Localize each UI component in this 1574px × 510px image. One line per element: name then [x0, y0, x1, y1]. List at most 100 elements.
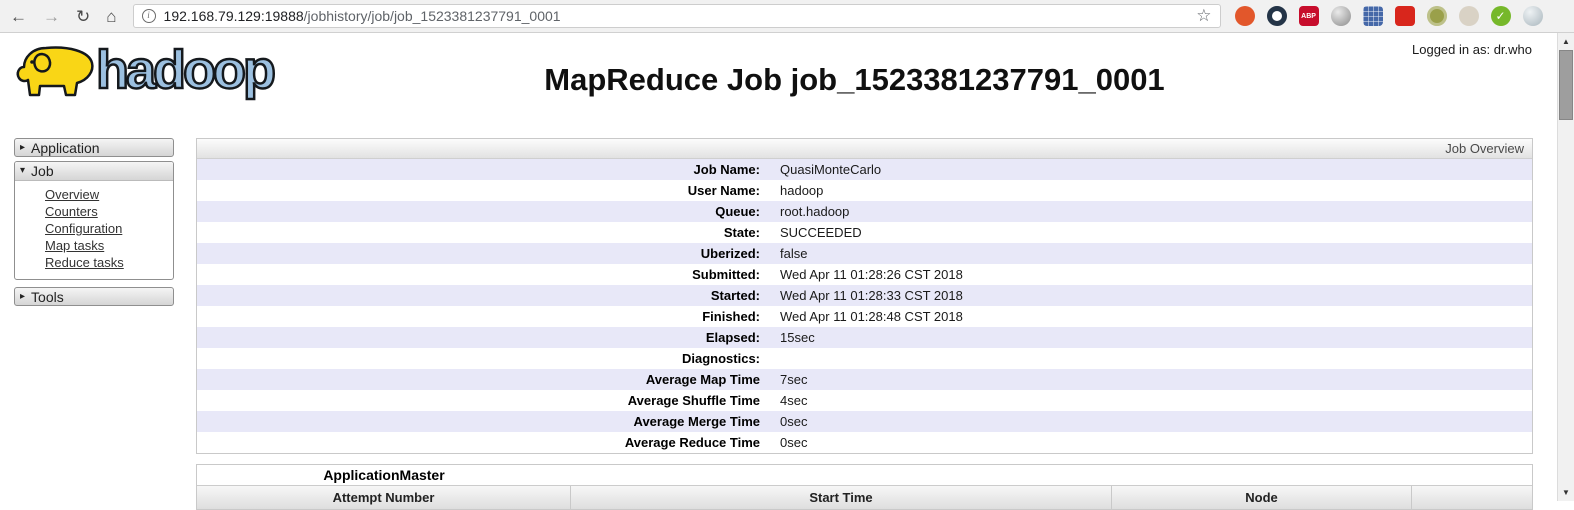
- sidebar-nav: ▸ Application ▾ Job Overview Counters Co…: [14, 138, 174, 310]
- row-value: 4sec: [772, 390, 807, 411]
- job-overview-rows: Job Name:QuasiMonteCarlo User Name:hadoo…: [197, 159, 1532, 453]
- table-row: Average Reduce Time0sec: [197, 432, 1532, 453]
- expanded-arrow-icon: ▾: [20, 166, 25, 176]
- olive-extension-icon[interactable]: [1427, 6, 1447, 26]
- row-value: Wed Apr 11 01:28:33 CST 2018: [772, 285, 963, 306]
- application-master-title-row: ApplicationMaster: [197, 465, 1532, 485]
- row-label: Elapsed:: [197, 327, 772, 348]
- table-row: Job Name:QuasiMonteCarlo: [197, 159, 1532, 180]
- row-label: User Name:: [197, 180, 772, 201]
- table-row: Elapsed:15sec: [197, 327, 1532, 348]
- row-label: State:: [197, 222, 772, 243]
- row-label: Submitted:: [197, 264, 772, 285]
- url-path: /jobhistory/job/job_1523381237791_0001: [304, 8, 561, 24]
- table-row: User Name:hadoop: [197, 180, 1532, 201]
- row-value: 7sec: [772, 369, 807, 390]
- url-bar[interactable]: i 192.168.79.129:19888/jobhistory/job/jo…: [133, 4, 1221, 28]
- bookmark-star-icon[interactable]: ☆: [1196, 6, 1211, 26]
- column-header-attempt-number[interactable]: Attempt Number: [197, 486, 571, 509]
- sidebar-section-label: Job: [31, 163, 54, 179]
- row-value: 15sec: [772, 327, 815, 348]
- sidebar-section-label: Application: [31, 140, 100, 156]
- row-label: Diagnostics:: [197, 348, 772, 369]
- table-row: Uberized:false: [197, 243, 1532, 264]
- url-text[interactable]: 192.168.79.129:19888/jobhistory/job/job_…: [164, 8, 1189, 24]
- row-label: Job Name:: [197, 159, 772, 180]
- row-value: 0sec: [772, 411, 807, 432]
- blue-grid-extension-icon[interactable]: [1363, 6, 1383, 26]
- dark-ring-extension-icon[interactable]: [1267, 6, 1287, 26]
- collapsed-arrow-icon: ▸: [20, 292, 25, 302]
- url-host: 192.168.79.129:19888: [164, 8, 304, 24]
- page-info-icon[interactable]: i: [142, 9, 156, 23]
- beige-extension-icon[interactable]: [1459, 6, 1479, 26]
- sidebar-link-configuration[interactable]: Configuration: [45, 221, 122, 236]
- table-row: State:SUCCEEDED: [197, 222, 1532, 243]
- row-label: Average Merge Time: [197, 411, 772, 432]
- table-row: Finished:Wed Apr 11 01:28:48 CST 2018: [197, 306, 1532, 327]
- row-value: root.hadoop: [772, 201, 849, 222]
- sidebar-link-reduce-tasks[interactable]: Reduce tasks: [45, 255, 124, 270]
- table-row: Average Shuffle Time4sec: [197, 390, 1532, 411]
- row-value: SUCCEEDED: [772, 222, 862, 243]
- table-row: Diagnostics:: [197, 348, 1532, 369]
- row-label: Queue:: [197, 201, 772, 222]
- hadoop-elephant-icon: [12, 38, 104, 102]
- application-master-title: ApplicationMaster: [197, 467, 571, 483]
- scroll-down-icon[interactable]: ▼: [1558, 484, 1574, 501]
- sidebar-section-application[interactable]: ▸ Application: [14, 138, 174, 157]
- home-icon[interactable]: ⌂: [106, 8, 116, 25]
- row-label: Uberized:: [197, 243, 772, 264]
- table-row: Started:Wed Apr 11 01:28:33 CST 2018: [197, 285, 1532, 306]
- sidebar-section-tools[interactable]: ▸ Tools: [14, 287, 174, 306]
- row-label: Average Shuffle Time: [197, 390, 772, 411]
- row-value: false: [772, 243, 807, 264]
- table-row: Submitted:Wed Apr 11 01:28:26 CST 2018: [197, 264, 1532, 285]
- column-header-empty: [1412, 486, 1532, 509]
- sidebar-link-overview[interactable]: Overview: [45, 187, 99, 202]
- row-value: Wed Apr 11 01:28:26 CST 2018: [772, 264, 963, 285]
- column-header-start-time[interactable]: Start Time: [571, 486, 1112, 509]
- sidebar-section-job[interactable]: ▾ Job: [15, 162, 173, 181]
- back-icon[interactable]: ←: [10, 8, 27, 25]
- job-overview-table: Job Overview Job Name:QuasiMonteCarlo Us…: [196, 138, 1533, 454]
- adblock-plus-extension-icon[interactable]: ABP: [1299, 6, 1319, 26]
- row-value: hadoop: [772, 180, 823, 201]
- row-label: Average Reduce Time: [197, 432, 772, 453]
- logged-in-status: Logged in as: dr.who: [1412, 42, 1532, 57]
- sidebar-link-map-tasks[interactable]: Map tasks: [45, 238, 104, 253]
- row-value: QuasiMonteCarlo: [772, 159, 881, 180]
- main-content: Job Overview Job Name:QuasiMonteCarlo Us…: [196, 138, 1533, 510]
- scrollbar-thumb[interactable]: [1559, 50, 1573, 120]
- collapsed-arrow-icon: ▸: [20, 143, 25, 153]
- table-row: Average Map Time7sec: [197, 369, 1532, 390]
- application-master-header-row: Attempt Number Start Time Node: [197, 485, 1532, 509]
- sidebar-section-job-box: ▾ Job Overview Counters Configuration Ma…: [14, 161, 174, 280]
- browser-toolbar: ← → ↻ ⌂ i 192.168.79.129:19888/jobhistor…: [0, 0, 1574, 33]
- orange-extension-icon[interactable]: [1235, 6, 1255, 26]
- table-row: Queue:root.hadoop: [197, 201, 1532, 222]
- row-label: Started:: [197, 285, 772, 306]
- refresh-icon[interactable]: ↻: [76, 8, 90, 25]
- row-label: Finished:: [197, 306, 772, 327]
- pale-sphere-extension-icon[interactable]: [1523, 6, 1543, 26]
- gray-sphere-extension-icon[interactable]: [1331, 6, 1351, 26]
- column-header-node[interactable]: Node: [1112, 486, 1412, 509]
- row-label: Average Map Time: [197, 369, 772, 390]
- sidebar-link-counters[interactable]: Counters: [45, 204, 98, 219]
- pdf-extension-icon[interactable]: [1395, 6, 1415, 26]
- page-title: MapReduce Job job_1523381237791_0001: [190, 62, 1519, 98]
- row-value: 0sec: [772, 432, 807, 453]
- table-row: Average Merge Time0sec: [197, 411, 1532, 432]
- application-master-table: ApplicationMaster Attempt Number Start T…: [196, 464, 1533, 510]
- forward-icon[interactable]: →: [43, 8, 60, 25]
- scroll-up-icon[interactable]: ▲: [1558, 33, 1574, 50]
- page-scrollbar[interactable]: ▲ ▼: [1557, 33, 1574, 501]
- sidebar-section-label: Tools: [31, 289, 64, 305]
- row-value: Wed Apr 11 01:28:48 CST 2018: [772, 306, 963, 327]
- row-value: [772, 348, 780, 369]
- job-links: Overview Counters Configuration Map task…: [15, 181, 173, 279]
- job-overview-header: Job Overview: [197, 139, 1532, 159]
- green-check-extension-icon[interactable]: ✓: [1491, 6, 1511, 26]
- extension-bar: ABP ✓: [1235, 6, 1543, 26]
